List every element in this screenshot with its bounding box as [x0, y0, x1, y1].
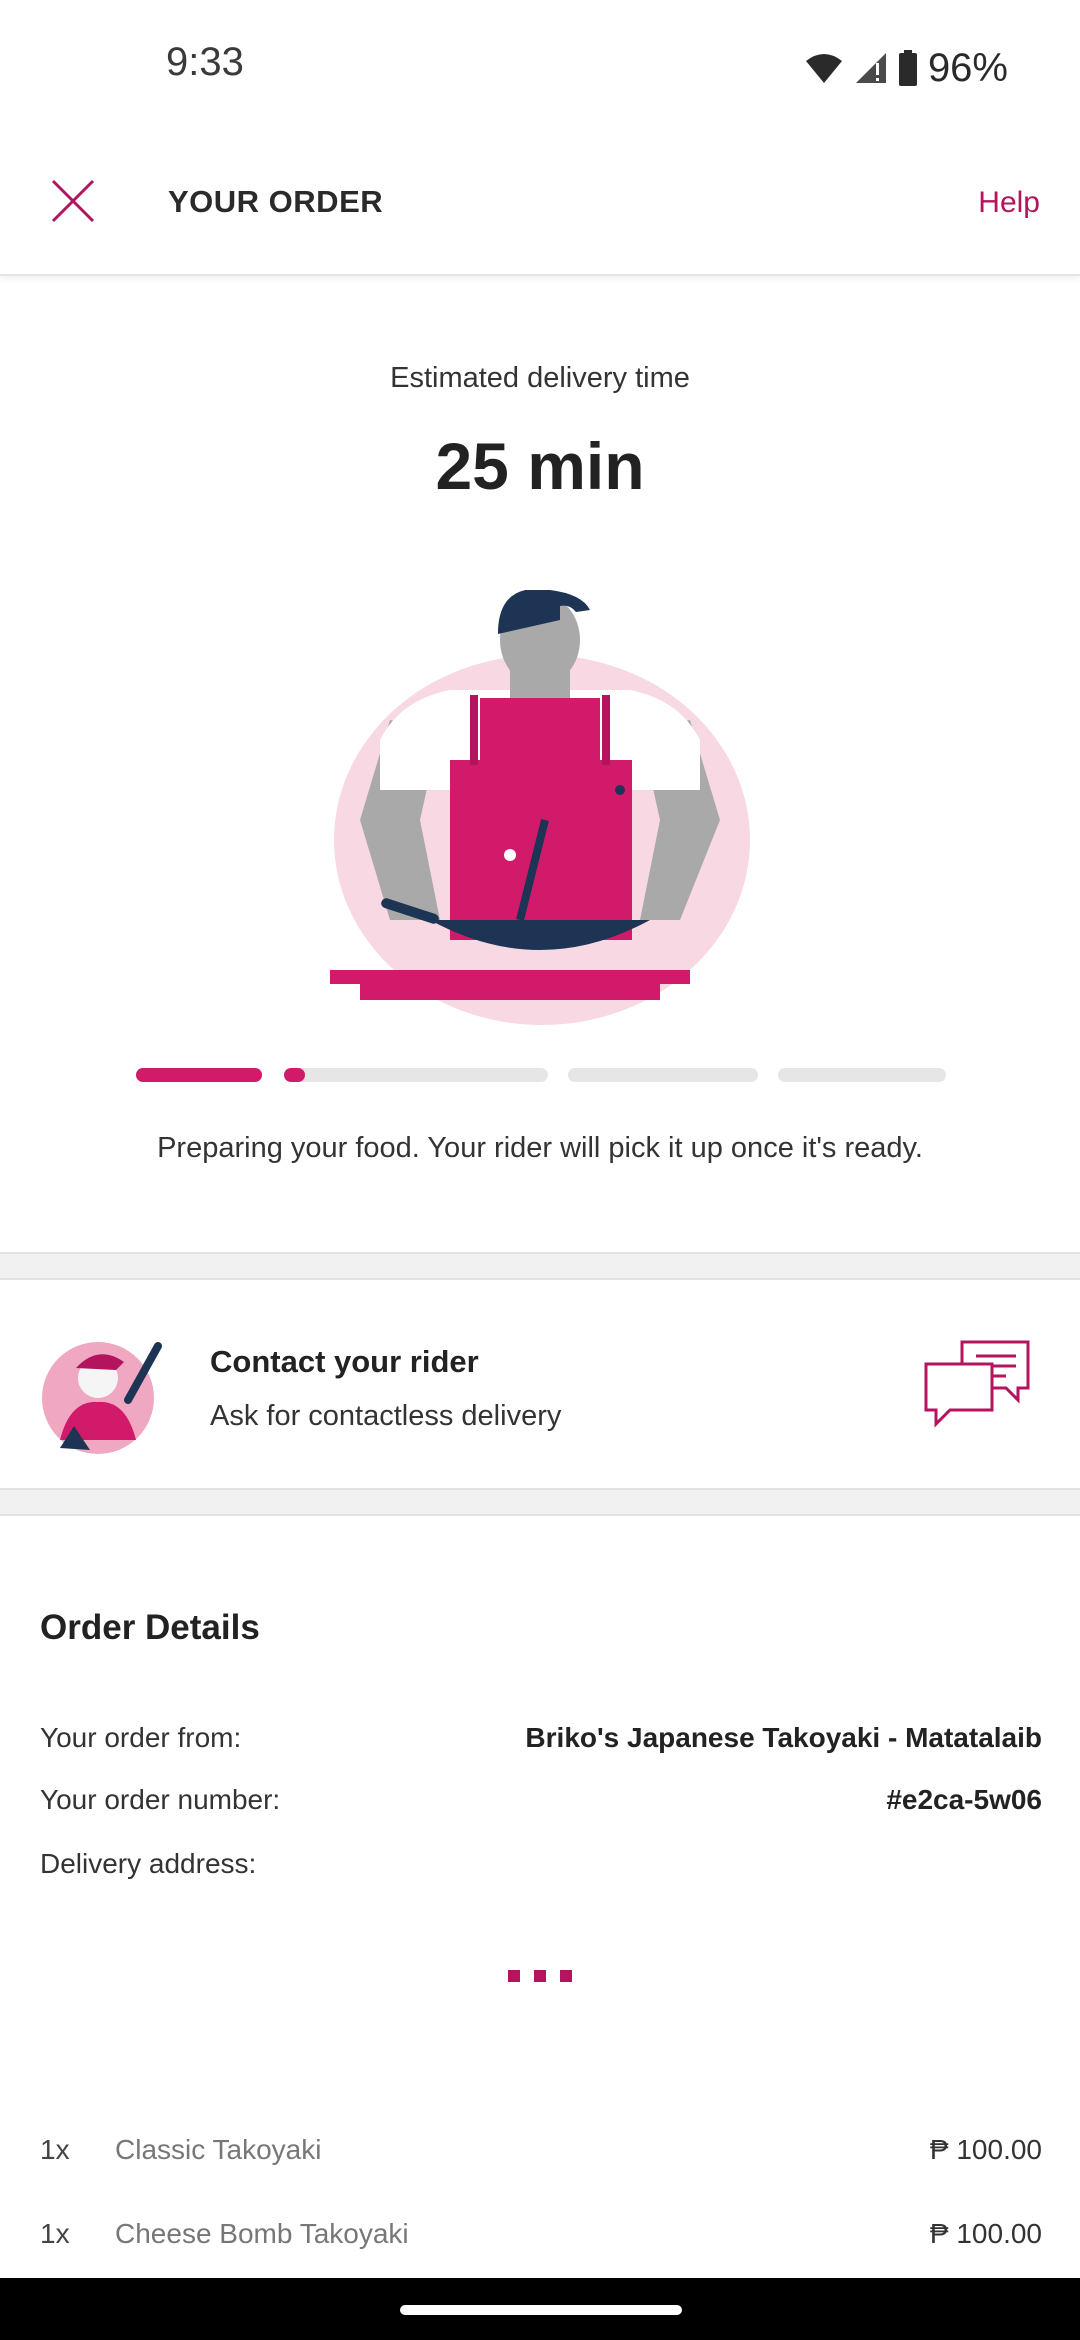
- help-link[interactable]: Help: [978, 186, 1040, 220]
- item-name: Cheese Bomb Takoyaki: [115, 2218, 409, 2249]
- app-header: YOUR ORDER Help: [0, 140, 1080, 276]
- eta-value: 25 min: [435, 429, 645, 503]
- list-item: 1x Cheese Bomb Takoyaki ₱ 100.00: [40, 2218, 1042, 2258]
- page-title: YOUR ORDER: [168, 184, 384, 219]
- status-icons: 96%: [804, 40, 1008, 96]
- progress-fill: [136, 1068, 262, 1082]
- chef-cooking-illustration: [330, 590, 750, 1025]
- item-price: ₱ 100.00: [929, 2134, 1042, 2165]
- order-from-row: Your order from: Briko's Japanese Takoya…: [40, 1722, 1042, 1762]
- home-gesture-bar[interactable]: [400, 2305, 682, 2315]
- item-name: Classic Takoyaki: [115, 2134, 322, 2165]
- signal-icon: [855, 53, 886, 83]
- progress-fill: [284, 1068, 306, 1082]
- delivery-address-row: Delivery address:: [40, 1848, 1042, 1888]
- status-bar: 9:33 96%: [0, 0, 1080, 140]
- battery-icon: [898, 50, 917, 86]
- order-number: #e2ca-5w06: [886, 1784, 1042, 1815]
- progress-step-2: [284, 1068, 548, 1082]
- battery-percent: 96%: [927, 45, 1008, 90]
- order-details-title: Order Details: [40, 1608, 260, 1647]
- wifi-icon: [805, 54, 842, 83]
- status-time: 9:33: [166, 40, 244, 84]
- item-price: ₱ 100.00: [929, 2218, 1042, 2249]
- detail-label: Your order from:: [40, 1722, 242, 1753]
- contact-rider-title: Contact your rider: [210, 1344, 479, 1379]
- contact-rider-card[interactable]: Contact your rider Ask for contactless d…: [0, 1278, 1080, 1488]
- more-dots-icon[interactable]: [508, 1970, 572, 1982]
- detail-label: Your order number:: [40, 1784, 281, 1815]
- close-icon[interactable]: [48, 176, 98, 226]
- progress-step-3: [568, 1068, 758, 1082]
- progress-step-1: [136, 1068, 262, 1082]
- chat-icon[interactable]: [922, 1338, 1032, 1430]
- restaurant-name: Briko's Japanese Takoyaki - Matatalaib: [525, 1722, 1042, 1753]
- list-item: 1x Classic Takoyaki ₱ 100.00: [40, 2134, 1042, 2174]
- detail-label: Delivery address:: [40, 1848, 257, 1879]
- system-nav-bar: [0, 2278, 1080, 2340]
- item-quantity: 1x: [40, 2218, 70, 2249]
- section-divider: [0, 1252, 1080, 1280]
- order-status-message: Preparing your food. Your rider will pic…: [157, 1132, 923, 1164]
- progress-step-4: [778, 1068, 946, 1082]
- eta-label: Estimated delivery time: [390, 362, 690, 394]
- rider-avatar: [42, 1342, 162, 1454]
- contact-rider-subtitle: Ask for contactless delivery: [210, 1400, 562, 1432]
- section-divider: [0, 1488, 1080, 1516]
- order-number-row: Your order number: #e2ca-5w06: [40, 1784, 1042, 1824]
- item-quantity: 1x: [40, 2134, 70, 2165]
